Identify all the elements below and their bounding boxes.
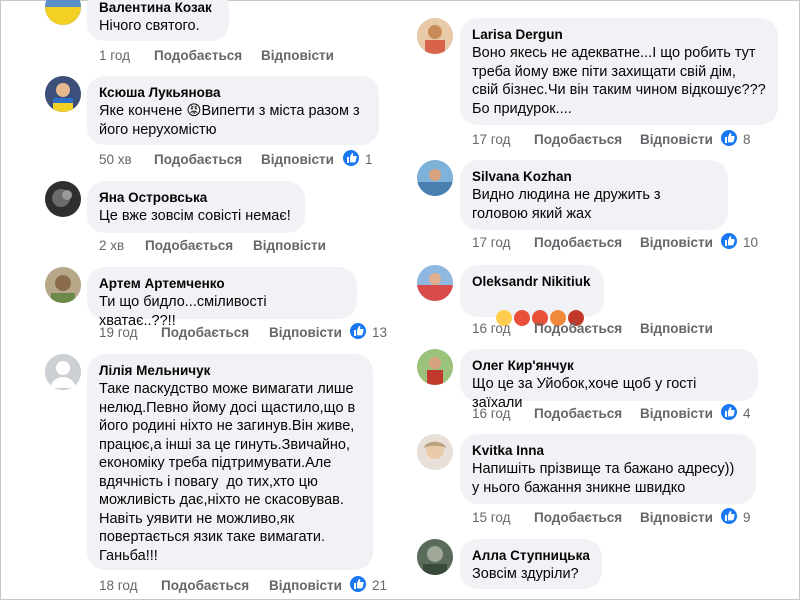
comment-bubble: Артем Артемченко Ти що бидло...сміливост… xyxy=(87,267,357,329)
avatar[interactable] xyxy=(417,349,453,385)
comment-time[interactable]: 16 год xyxy=(472,404,510,424)
comment-time[interactable]: 17 год xyxy=(472,233,510,253)
emoji-row xyxy=(472,291,592,326)
comment-text: Воно якесь не адекватне...І що робить ту… xyxy=(472,45,766,117)
like-icon xyxy=(721,508,737,524)
like-button[interactable]: Подобається xyxy=(534,319,622,339)
comment-author[interactable]: Яна Островська xyxy=(99,189,293,207)
avatar[interactable] xyxy=(417,539,453,575)
reaction-count: 9 xyxy=(743,510,751,525)
like-button[interactable]: Подобається xyxy=(534,130,622,150)
comment-bubble: Larisa Dergun Воно якесь не адекватне...… xyxy=(460,18,778,125)
comment-bubble: Лілія Мельничук Таке паскудство може вим… xyxy=(87,354,373,570)
comment-actions: 15 год Подобається Відповісти 9 xyxy=(472,508,782,528)
comment-bubble: Kvitka Inna Напишіть прізвище та бажано … xyxy=(460,434,756,504)
comment-author[interactable]: Silvana Kozhan xyxy=(472,168,716,186)
reaction-count: 8 xyxy=(743,132,751,147)
comment-author[interactable]: Larisa Dergun xyxy=(472,26,766,44)
avatar[interactable] xyxy=(45,267,81,303)
comment-text: Видно людина не дружить з головою який ж… xyxy=(472,187,665,222)
like-button[interactable]: Подобається xyxy=(534,508,622,528)
comment-author[interactable]: Ксюша Лукьянова xyxy=(99,84,367,102)
like-button[interactable]: Подобається xyxy=(161,576,249,596)
reaction-count: 21 xyxy=(372,578,388,593)
comment-author[interactable]: Валентина Козак xyxy=(99,0,217,17)
comment-author[interactable]: Лілія Мельничук xyxy=(99,362,361,380)
reply-button[interactable]: Відповісти xyxy=(640,319,713,339)
reply-button[interactable]: Відповісти xyxy=(261,46,334,66)
comment-time[interactable]: 2 хв xyxy=(99,236,124,256)
like-button[interactable]: Подобається xyxy=(534,404,622,424)
comment-bubble: Алла Ступницька Зовсім здуріли? xyxy=(460,539,602,589)
comment-bubble: Silvana Kozhan Видно людина не дружить з… xyxy=(460,160,728,230)
comments-column-right: Larisa Dergun Воно якесь не адекватне...… xyxy=(401,1,793,601)
comment-author[interactable]: Алла Ступницька xyxy=(472,547,590,565)
like-icon xyxy=(350,323,366,339)
reply-button[interactable]: Відповісти xyxy=(261,150,334,170)
comment-actions: 16 год Подобається Відповісти 4 xyxy=(472,404,782,424)
comment-text: Таке паскудство може вимагати лише нелюд… xyxy=(99,381,360,564)
comment-time[interactable]: 19 год xyxy=(99,323,137,343)
avatar[interactable] xyxy=(417,18,453,54)
avatar[interactable] xyxy=(45,354,81,390)
comment-actions: 50 хв Подобається Відповісти 1 xyxy=(99,150,389,170)
reply-button[interactable]: Відповісти xyxy=(640,508,713,528)
like-button[interactable]: Подобається xyxy=(145,236,233,256)
comment-time[interactable]: 16 год xyxy=(472,319,510,339)
reply-button[interactable]: Відповісти xyxy=(640,130,713,150)
comment-author[interactable]: Kvitka Inna xyxy=(472,442,744,460)
like-icon xyxy=(343,150,359,166)
comment-text: Яке кончене 😡Випerти з міста разом з йог… xyxy=(99,103,364,138)
reaction-count: 10 xyxy=(743,235,759,250)
comment-actions: 19 год Подобається Відповісти 13 xyxy=(99,323,389,343)
like-button[interactable]: Подобається xyxy=(161,323,249,343)
avatar[interactable] xyxy=(45,76,81,112)
avatar[interactable] xyxy=(417,434,453,470)
avatar[interactable] xyxy=(45,0,81,25)
avatar[interactable] xyxy=(417,265,453,301)
comment-time[interactable]: 15 год xyxy=(472,508,510,528)
comment-bubble: Валентина Козак Нічого святого. xyxy=(87,0,229,41)
comment-actions: 17 год Подобається Відповісти 8 xyxy=(472,130,782,150)
comment-bubble: Ксюша Лукьянова Яке кончене 😡Випerти з м… xyxy=(87,76,379,145)
comment-bubble: Oleksandr Nikitiuk xyxy=(460,265,604,326)
reply-button[interactable]: Відповісти xyxy=(269,576,342,596)
comment-time[interactable]: 1 год xyxy=(99,46,130,66)
reply-button[interactable]: Відповісти xyxy=(269,323,342,343)
comment-time[interactable]: 50 хв xyxy=(99,150,132,170)
comment-text: Це вже зовсім совісті немає! xyxy=(99,208,291,224)
comment-bubble: Яна Островська Це вже зовсім совісті нем… xyxy=(87,181,305,233)
avatar[interactable] xyxy=(45,181,81,217)
like-button[interactable]: Подобається xyxy=(154,46,242,66)
reply-button[interactable]: Відповісти xyxy=(253,236,326,256)
comment-actions: 2 хв Подобається Відповісти xyxy=(99,236,389,256)
comment-author[interactable]: Артем Артемченко xyxy=(99,275,345,293)
like-icon xyxy=(721,233,737,249)
comment-actions: 16 год Подобається Відповісти xyxy=(472,319,782,339)
reaction-count: 1 xyxy=(365,152,373,167)
avatar[interactable] xyxy=(417,160,453,196)
like-button[interactable]: Подобається xyxy=(154,150,242,170)
like-icon xyxy=(350,576,366,592)
comment-text: Зовсім здуріли? xyxy=(472,566,579,582)
like-icon xyxy=(721,130,737,146)
reply-button[interactable]: Відповісти xyxy=(640,233,713,253)
comment-actions: 18 год Подобається Відповісти 21 xyxy=(99,576,389,596)
comment-actions: 17 год Подобається Відповісти 10 xyxy=(472,233,782,253)
comment-bubble: Олег Кир'янчук Що це за Уйобок,хоче щоб … xyxy=(460,349,758,411)
comments-column-left: Валентина Козак Нічого святого. 1 год По… xyxy=(1,0,393,601)
reply-button[interactable]: Відповісти xyxy=(640,404,713,424)
comment-text: Нічого святого. xyxy=(99,18,200,34)
comment-time[interactable]: 17 год xyxy=(472,130,510,150)
reaction-count: 4 xyxy=(743,406,751,421)
comment-actions: 1 год Подобається Відповісти xyxy=(99,46,389,66)
comment-author[interactable]: Oleksandr Nikitiuk xyxy=(472,273,592,291)
comment-time[interactable]: 18 год xyxy=(99,576,137,596)
comment-author[interactable]: Олег Кир'янчук xyxy=(472,357,746,375)
comment-text: Напишіть прізвище та бажано адресу)) у н… xyxy=(472,461,743,496)
like-button[interactable]: Подобається xyxy=(534,233,622,253)
reaction-count: 13 xyxy=(372,325,388,340)
like-icon xyxy=(721,404,737,420)
